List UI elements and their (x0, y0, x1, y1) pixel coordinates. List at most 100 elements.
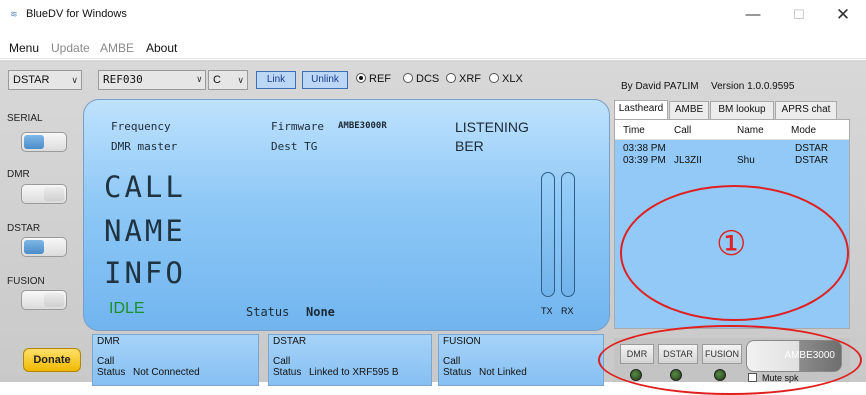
firmware-value: AMBE3000R (338, 121, 387, 131)
tab-ambe[interactable]: AMBE (669, 101, 709, 119)
dstar-panel-title: DSTAR (273, 336, 307, 347)
row-mode: DSTAR (795, 143, 829, 154)
menu-item-ambe[interactable]: AMBE (100, 41, 134, 55)
dstar-toggle[interactable] (21, 237, 67, 257)
tab-aprs-chat[interactable]: APRS chat (775, 101, 837, 119)
tab-bar: Lastheard AMBE BM lookup APRS chat (614, 100, 850, 120)
listening-status: LISTENING (455, 119, 529, 135)
radio-xrf[interactable]: XRF (446, 73, 481, 85)
tx-label: TX (541, 306, 553, 316)
row-name: Shu (737, 155, 755, 166)
dmr-panel: DMR Call Status Not Connected (92, 334, 259, 386)
unlink-button[interactable]: Unlink (302, 71, 348, 89)
dmr-status-label: Status (97, 367, 126, 378)
toggle-knob (44, 293, 64, 307)
radio-dcs[interactable]: DCS (403, 73, 439, 85)
row-mode: DSTAR (795, 155, 829, 166)
frequency-label: Frequency (111, 120, 171, 133)
mode-select[interactable]: DSTAR ∨ (8, 70, 82, 90)
radio-dot (356, 73, 366, 83)
minimize-button[interactable]: — (730, 0, 776, 30)
fusion-call-label: Call (443, 356, 461, 367)
mode-label-dmr: DMR (7, 169, 30, 180)
author-label: By David PA7LIM (621, 81, 699, 92)
table-row[interactable]: 03:38 PM DSTAR (615, 143, 849, 155)
tab-lastheard[interactable]: Lastheard (614, 100, 668, 120)
dmr-status-value: Not Connected (133, 367, 200, 378)
radio-dot (446, 73, 456, 83)
serial-toggle[interactable] (21, 132, 67, 152)
name-display: NAME (104, 214, 186, 248)
chevron-down-icon: ∨ (196, 75, 202, 85)
dstar-status-label: Status (273, 367, 302, 378)
column-header-call[interactable]: Call (674, 125, 691, 136)
status-value: None (306, 305, 335, 319)
radio-label: DCS (416, 73, 440, 85)
row-time: 03:38 PM (623, 143, 666, 154)
status-label: Status (246, 305, 290, 319)
dmr-master-label: DMR master (111, 140, 178, 153)
radio-label: XLX (502, 73, 523, 85)
rx-label: RX (561, 306, 574, 316)
menu-item-update[interactable]: Update (51, 41, 90, 55)
lastheard-header: Time Call Name Mode (615, 120, 849, 140)
maximize-button[interactable]: ☐ (776, 0, 822, 30)
toggle-knob (24, 135, 44, 149)
column-header-time[interactable]: Time (623, 125, 645, 136)
version-label: Version 1.0.0.9595 (711, 81, 795, 92)
dest-tg-label: Dest TG (271, 140, 318, 153)
menu-item-about[interactable]: About (146, 41, 177, 55)
fusion-status-value: Not Linked (479, 367, 527, 378)
chevron-down-icon: ∨ (237, 75, 244, 85)
radio-xlx[interactable]: XLX (489, 73, 523, 85)
mode-label-fusion: FUSION (7, 276, 45, 287)
app-icon: ≋ (10, 9, 18, 19)
row-call: JL3ZII (674, 155, 702, 166)
fusion-toggle[interactable] (21, 290, 67, 310)
close-button[interactable]: ✕ (820, 0, 866, 30)
module-select[interactable]: C ∨ (208, 70, 248, 90)
reflector-select-value: REF030 (103, 73, 143, 86)
row-time: 03:39 PM (623, 155, 666, 166)
dstar-status-value: Linked to XRF595 B (309, 367, 399, 378)
annotation-number: ① (716, 225, 747, 263)
firmware-label: Firmware (271, 120, 324, 133)
window-title: BlueDV for Windows (26, 8, 127, 20)
mode-label-serial: SERIAL (7, 113, 43, 124)
column-header-name[interactable]: Name (737, 125, 764, 136)
fusion-panel: FUSION Call Status Not Linked (438, 334, 604, 386)
rx-meter (561, 172, 575, 297)
radio-label: REF (369, 73, 391, 85)
radio-dot (489, 73, 499, 83)
link-button[interactable]: Link (256, 71, 296, 89)
call-display: CALL (104, 170, 186, 204)
radio-dot (403, 73, 413, 83)
toggle-knob (44, 187, 64, 201)
chevron-down-icon: ∨ (71, 75, 78, 85)
toggle-knob (24, 240, 44, 254)
dstar-call-label: Call (273, 356, 291, 367)
lcd-display: Frequency DMR master Firmware AMBE3000R … (83, 99, 610, 331)
radio-ref[interactable]: REF (356, 73, 391, 85)
mode-label-dstar: DSTAR (7, 223, 41, 234)
ber-label: BER (455, 138, 484, 154)
fusion-panel-title: FUSION (443, 336, 481, 347)
reflector-select[interactable]: REF030 ∨ (98, 70, 206, 90)
dmr-toggle[interactable] (21, 184, 67, 204)
column-header-mode[interactable]: Mode (791, 125, 816, 136)
mode-select-value: DSTAR (13, 74, 50, 86)
module-select-value: C (213, 74, 221, 86)
donate-button[interactable]: Donate (23, 348, 81, 372)
fusion-status-label: Status (443, 367, 472, 378)
annotation-ring-bottom (598, 325, 862, 395)
tab-bm-lookup[interactable]: BM lookup (710, 101, 774, 119)
menu-bar: Menu Update AMBE About (0, 37, 866, 59)
idle-state: IDLE (109, 300, 145, 317)
dstar-panel: DSTAR Call Status Linked to XRF595 B (268, 334, 432, 386)
table-row[interactable]: 03:39 PM JL3ZII Shu DSTAR (615, 155, 849, 167)
dmr-panel-title: DMR (97, 336, 120, 347)
radio-label: XRF (459, 73, 481, 85)
dmr-call-label: Call (97, 356, 115, 367)
menu-item-menu[interactable]: Menu (9, 41, 39, 55)
info-display: INFO (104, 256, 186, 290)
